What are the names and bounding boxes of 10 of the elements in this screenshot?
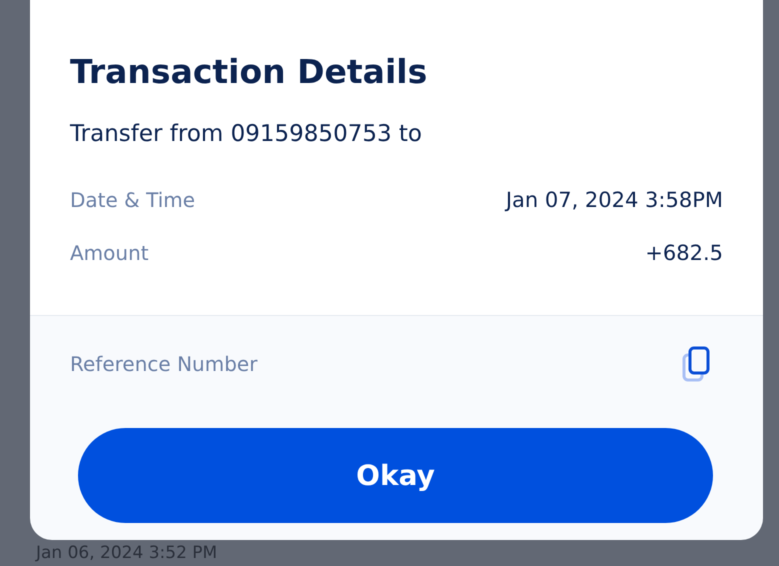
detail-label: Date & Time <box>70 188 196 212</box>
copy-icon[interactable] <box>681 346 711 382</box>
okay-button[interactable]: Okay <box>78 428 713 523</box>
dialog-title: Transaction Details <box>70 52 428 91</box>
transfer-description: Transfer from 09159850753 to <box>70 121 423 147</box>
detail-value: +682.5 <box>645 240 723 264</box>
transaction-timestamp: Jan 06, 2024 3:52 PM <box>34 542 218 563</box>
detail-label: Amount <box>70 240 149 264</box>
reference-label: Reference Number <box>70 352 258 376</box>
detail-value: Jan 07, 2024 3:58PM <box>506 188 723 212</box>
